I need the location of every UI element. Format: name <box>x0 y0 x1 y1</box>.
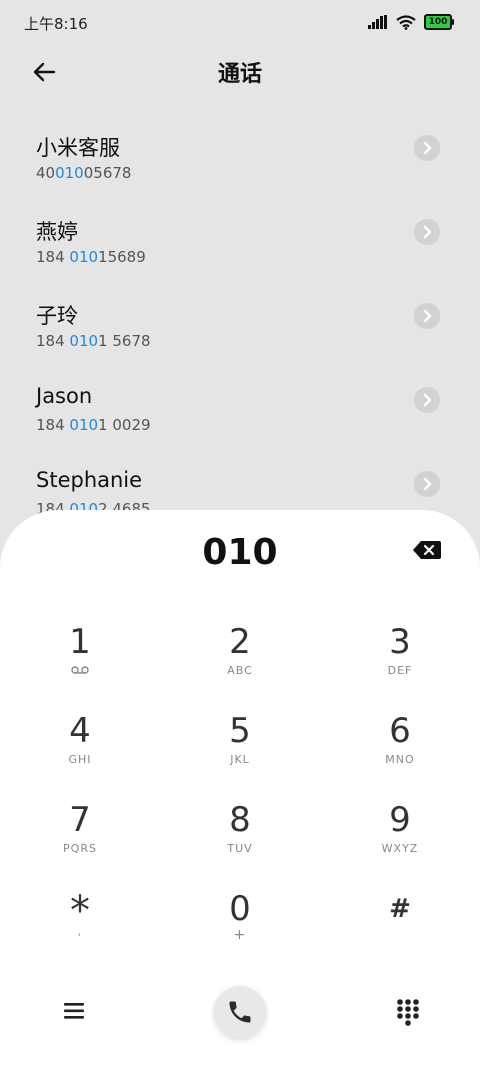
key-digit: 8 <box>229 800 251 840</box>
key-digit: 9 <box>389 800 411 840</box>
key-letters: TUV <box>227 842 253 855</box>
key-letters: , <box>77 925 83 938</box>
key-8[interactable]: 8 TUV <box>180 800 300 876</box>
list-item[interactable]: 子玲 184 0101 5678 <box>0 282 480 366</box>
chevron-right-icon[interactable] <box>414 219 440 245</box>
wifi-icon <box>396 14 416 30</box>
contact-number: 184 0101 5678 <box>36 332 151 350</box>
key-digit: 2 <box>229 622 251 662</box>
key-digit: 5 <box>229 711 251 751</box>
key-letters: JKL <box>230 753 250 766</box>
contact-number: 184 01015689 <box>36 248 146 266</box>
signal-icon <box>368 15 387 29</box>
status-bar: 上午8:16 100 <box>0 0 480 44</box>
key-letters: DEF <box>387 664 413 677</box>
dialer-actions <box>0 986 480 1046</box>
contact-name: Jason <box>36 384 93 408</box>
list-item[interactable]: 小米客服 4001005678 <box>0 114 480 198</box>
status-time: 上午8:16 <box>24 15 88 33</box>
key-7[interactable]: 7 PQRS <box>20 800 140 876</box>
chevron-right-icon[interactable] <box>414 471 440 497</box>
chevron-right-icon[interactable] <box>414 135 440 161</box>
key-digit: 0 <box>229 889 251 929</box>
key-5[interactable]: 5 JKL <box>180 711 300 787</box>
key-3[interactable]: 3 DEF <box>340 622 460 698</box>
key-4[interactable]: 4 GHI <box>20 711 140 787</box>
key-letters: + <box>233 927 247 943</box>
contact-number: 184 0101 0029 <box>36 416 151 434</box>
dialer-panel: 010 1 2 ABC 3 DEF 4 GHI 5 JKL 6 MNO 7 PQ… <box>0 510 480 1066</box>
key-digit: # <box>389 894 411 924</box>
chevron-right-icon[interactable] <box>414 303 440 329</box>
contact-name: 子玲 <box>36 304 78 328</box>
key-digit: 4 <box>69 711 91 751</box>
backspace-icon[interactable] <box>412 540 442 560</box>
key-letters: MNO <box>385 753 415 766</box>
contact-name: 燕婷 <box>36 220 78 244</box>
battery-icon: 100 <box>424 14 454 30</box>
status-icons: 100 <box>368 14 454 30</box>
key-star[interactable]: * , <box>20 889 140 965</box>
key-9[interactable]: 9 WXYZ <box>340 800 460 876</box>
key-letters: WXYZ <box>381 842 419 855</box>
voicemail-icon <box>71 666 89 674</box>
list-item[interactable]: 燕婷 184 01015689 <box>0 198 480 282</box>
key-6[interactable]: 6 MNO <box>340 711 460 787</box>
key-0[interactable]: 0 + <box>180 889 300 965</box>
contact-name: 小米客服 <box>36 136 120 160</box>
call-button[interactable] <box>214 986 266 1038</box>
key-digit: 3 <box>389 622 411 662</box>
phone-icon <box>229 1001 251 1023</box>
dialed-number: 010 <box>202 532 278 573</box>
contact-name: Stephanie <box>36 468 143 492</box>
menu-icon[interactable] <box>62 1000 86 1022</box>
key-letters: PQRS <box>63 842 97 855</box>
key-letters: GHI <box>68 753 92 766</box>
header: 通话 <box>0 44 480 100</box>
page-title: 通话 <box>217 62 262 87</box>
key-1[interactable]: 1 <box>20 622 140 698</box>
dialpad-icon[interactable] <box>396 998 420 1026</box>
contact-number: 4001005678 <box>36 164 132 182</box>
key-digit: 1 <box>69 622 91 662</box>
list-item[interactable]: Jason 184 0101 0029 <box>0 366 480 450</box>
key-letters: ABC <box>227 664 253 677</box>
key-digit: 6 <box>389 711 411 751</box>
key-digit: 7 <box>69 800 91 840</box>
chevron-right-icon[interactable] <box>414 387 440 413</box>
key-2[interactable]: 2 ABC <box>180 622 300 698</box>
key-hash[interactable]: # <box>340 889 460 965</box>
